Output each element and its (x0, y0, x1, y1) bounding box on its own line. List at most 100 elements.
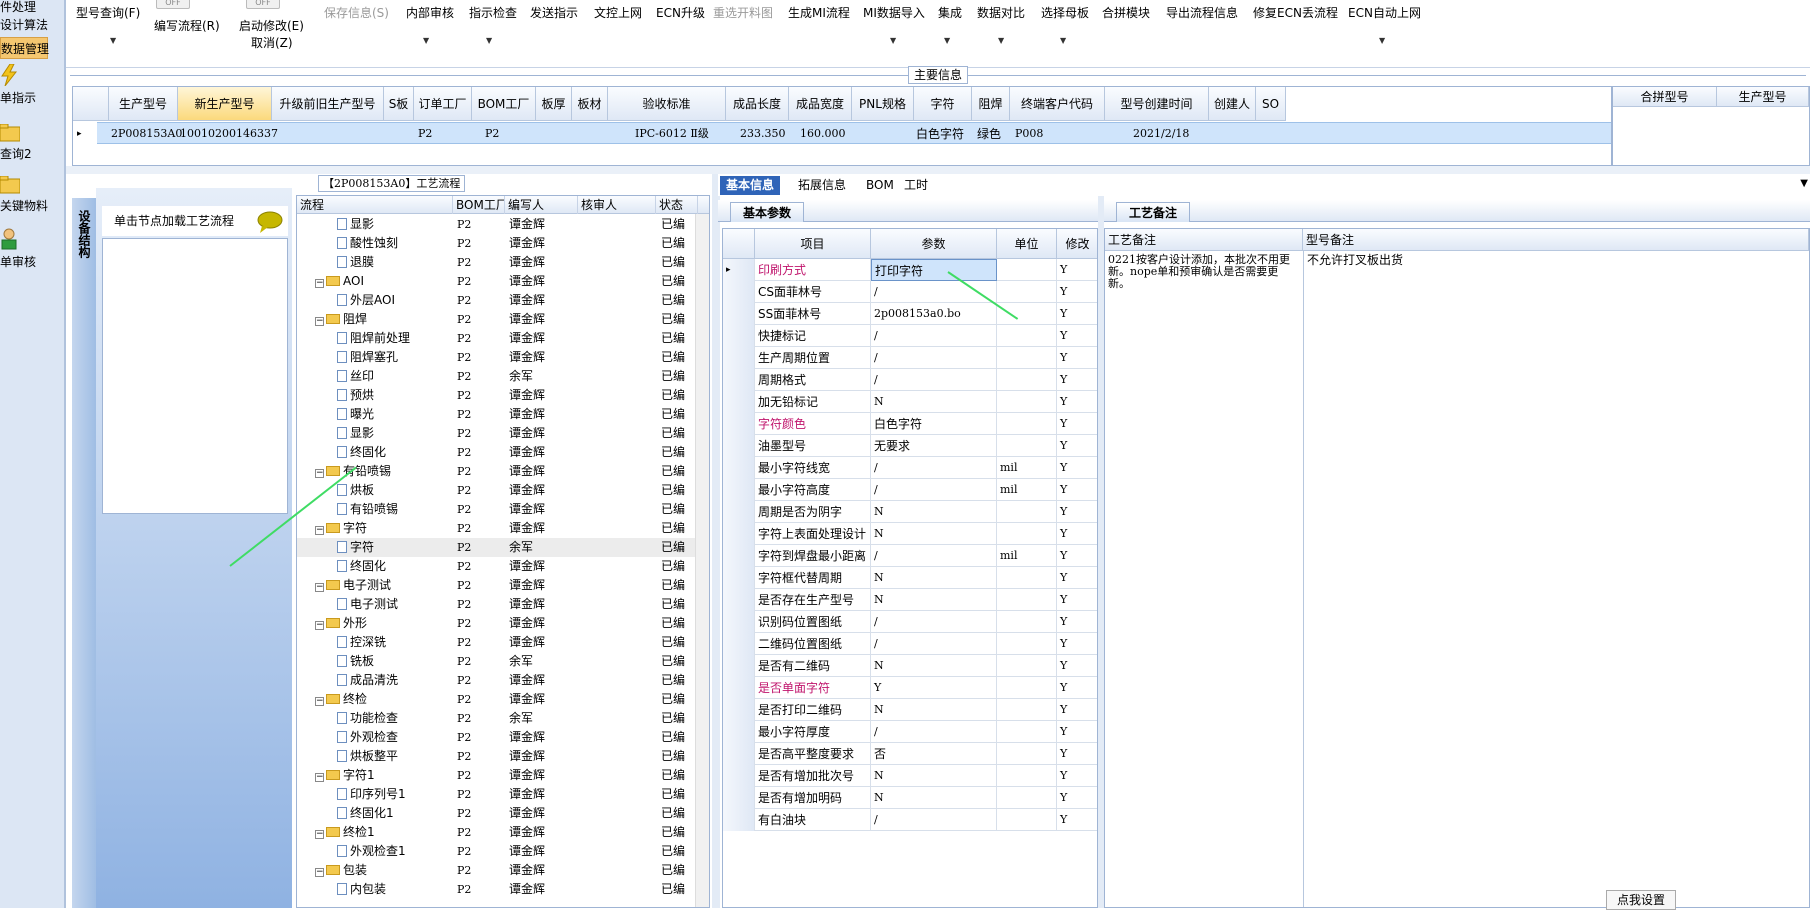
vertical-tab[interactable]: 设备结构 (72, 198, 96, 908)
toggle-switch[interactable]: OFF (156, 0, 190, 9)
param-row[interactable]: 油墨型号 无要求 Y (723, 435, 1097, 457)
tree-header[interactable]: 核审人 (578, 196, 656, 214)
param-row[interactable]: 是否高平整度要求否 Y (723, 743, 1097, 765)
tree-row[interactable]: 丝印 P2 余军 已编 (297, 367, 695, 386)
main-info-title[interactable]: 主要信息 (908, 66, 969, 84)
chevron-down-icon[interactable]: ▼ (890, 36, 896, 45)
grid-header[interactable]: 新生产型号 (178, 87, 272, 121)
param-row[interactable]: 识别码位置图纸 / Y (723, 611, 1097, 633)
merge-module-button[interactable]: 合拼模块 (1102, 4, 1150, 21)
tree-row[interactable]: 阻焊前处理 P2 谭金辉 已编 (297, 329, 695, 348)
param-row[interactable]: 是否打印二维码 N Y (723, 699, 1097, 721)
generate-mi-flow-button[interactable]: 生成MI流程 (788, 4, 850, 21)
param-row[interactable]: ▸ 印刷方式 打印字符 Y (723, 259, 1097, 281)
param-value[interactable]: / (871, 369, 997, 391)
param-value[interactable]: / (871, 809, 997, 831)
chevron-down-icon[interactable]: ▼ (998, 36, 1004, 45)
collapse-icon[interactable]: − (315, 621, 324, 630)
param-value[interactable]: / (871, 347, 997, 369)
param-row[interactable]: 是否有增加批次号 N Y (723, 765, 1097, 787)
param-row[interactable]: 字符框代替周期 N Y (723, 567, 1097, 589)
grid-header[interactable]: 生产型号 (1717, 87, 1809, 107)
param-row[interactable]: 最小字符线宽 / mil Y (723, 457, 1097, 479)
tree-row[interactable]: − 字符1 P2 谭金辉 已编 (297, 766, 695, 785)
tree-row[interactable]: 内包装 P2 谭金辉 已编 (297, 880, 695, 899)
grid-header[interactable]: 成品宽度 (789, 87, 852, 121)
internal-review-button[interactable]: 内部审核 (406, 4, 454, 21)
grid-header[interactable]: 板材 (572, 87, 608, 121)
edit-flow-button[interactable]: 编写流程(R) (154, 17, 220, 34)
tree-scrollbar[interactable] (695, 214, 709, 907)
tree-row[interactable]: 外观检查 P2 谭金辉 已编 (297, 728, 695, 747)
param-value[interactable]: N (871, 765, 997, 787)
save-info-button[interactable]: 保存信息(S) (324, 4, 389, 21)
grid-header[interactable]: 验收标准 (608, 87, 726, 121)
tab-process-notes[interactable]: 工艺备注 (1116, 202, 1191, 222)
tree-row[interactable]: 有铅喷锡 P2 谭金辉 已编 (297, 500, 695, 519)
grid-header[interactable]: 合拼型号 (1613, 87, 1717, 107)
tree-row[interactable]: − 电子测试 P2 谭金辉 已编 (297, 576, 695, 595)
param-value[interactable]: / (871, 545, 997, 567)
ecn-auto-online-button[interactable]: ECN自动上网 (1348, 4, 1421, 21)
param-row[interactable]: 最小字符高度 / mil Y (723, 479, 1097, 501)
reselect-cutting-button[interactable]: 重选开料图 (713, 4, 773, 21)
tree-row[interactable]: 烘板 P2 谭金辉 已编 (297, 481, 695, 500)
chevron-down-icon[interactable]: ▼ (1060, 36, 1066, 45)
param-value[interactable]: / (871, 721, 997, 743)
collapse-icon[interactable]: − (315, 583, 324, 592)
grid-header[interactable]: 成品长度 (726, 87, 789, 121)
tree-row[interactable]: 曝光 P2 谭金辉 已编 (297, 405, 695, 424)
nav-item-design-algo[interactable]: 设计算法 (0, 14, 48, 36)
grid-header[interactable]: 项目 (755, 229, 871, 259)
param-row[interactable]: 字符到焊盘最小距离 / mil Y (723, 545, 1097, 567)
param-row[interactable]: CS面菲林号 / Y (723, 281, 1097, 303)
grid-header[interactable]: 生产型号 (109, 87, 178, 121)
tree-row[interactable]: − AOI P2 谭金辉 已编 (297, 272, 695, 291)
param-value[interactable]: 2p008153a0.bo (871, 303, 997, 325)
grid-header[interactable]: 修改 (1057, 229, 1097, 259)
collapse-icon[interactable]: − (315, 830, 324, 839)
tree-row[interactable]: 电子测试 P2 谭金辉 已编 (297, 595, 695, 614)
tree-row[interactable]: 外层AOI P2 谭金辉 已编 (297, 291, 695, 310)
collapse-icon[interactable]: − (315, 469, 324, 478)
tree-row[interactable]: 显影 P2 谭金辉 已编 (297, 215, 695, 234)
param-value[interactable]: 打印字符 (871, 259, 997, 281)
instruction-check-button[interactable]: 指示检查 (469, 4, 517, 21)
tab-extended-info[interactable]: 拓展信息 (792, 176, 852, 195)
tree-row[interactable]: 印序列号1 P2 谭金辉 已编 (297, 785, 695, 804)
param-row[interactable]: 有白油块 / Y (723, 809, 1097, 831)
grid-header[interactable]: 终端客户代码 (1010, 87, 1105, 121)
param-row[interactable]: 字符颜色 白色字符 Y (723, 413, 1097, 435)
table-row[interactable] (97, 122, 1611, 144)
param-value[interactable]: N (871, 787, 997, 809)
tree-row[interactable]: 铣板 P2 余军 已编 (297, 652, 695, 671)
collapse-icon[interactable]: − (315, 697, 324, 706)
tree-row[interactable]: 终固化 P2 谭金辉 已编 (297, 443, 695, 462)
chevron-down-icon[interactable]: ▼ (486, 36, 492, 45)
grid-header[interactable]: BOM工厂 (472, 87, 536, 121)
model-query-button[interactable]: 型号查询(F) (76, 4, 140, 21)
settings-button[interactable]: 点我设置 (1606, 890, 1676, 910)
tree-row[interactable]: 控深铣 P2 谭金辉 已编 (297, 633, 695, 652)
param-value[interactable]: 无要求 (871, 435, 997, 457)
grid-header[interactable]: 型号创建时间 (1105, 87, 1209, 121)
cancel-button[interactable]: 取消(Z) (251, 34, 293, 51)
nav-item-review[interactable]: 单审核 (0, 228, 60, 270)
param-row[interactable]: 是否单面字符 Y Y (723, 677, 1097, 699)
chevron-down-icon[interactable]: ▼ (110, 36, 116, 45)
tree-header[interactable]: 编写人 (505, 196, 578, 214)
tree-row[interactable]: − 阻焊 P2 谭金辉 已编 (297, 310, 695, 329)
param-row[interactable]: 加无铅标记 N Y (723, 391, 1097, 413)
grid-header[interactable]: 订单工厂 (414, 87, 472, 121)
tree-row[interactable]: 显影 P2 谭金辉 已编 (297, 424, 695, 443)
ecn-upgrade-button[interactable]: ECN升级 (656, 4, 705, 21)
fix-ecn-flow-button[interactable]: 修复ECN丢流程 (1253, 4, 1338, 21)
tab-bom[interactable]: BOM (860, 176, 900, 195)
param-value[interactable]: N (871, 501, 997, 523)
chevron-down-icon[interactable]: ▼ (944, 36, 950, 45)
param-value[interactable]: / (871, 479, 997, 501)
nav-item-data-management[interactable]: 数据管理 (0, 37, 49, 59)
process-note-text[interactable]: 0221按客户设计添加，本批次不用更新。nope单和预审确认是否需要更新。 (1108, 254, 1294, 290)
param-value[interactable]: / (871, 325, 997, 347)
tree-row[interactable]: 酸性蚀刻 P2 谭金辉 已编 (297, 234, 695, 253)
